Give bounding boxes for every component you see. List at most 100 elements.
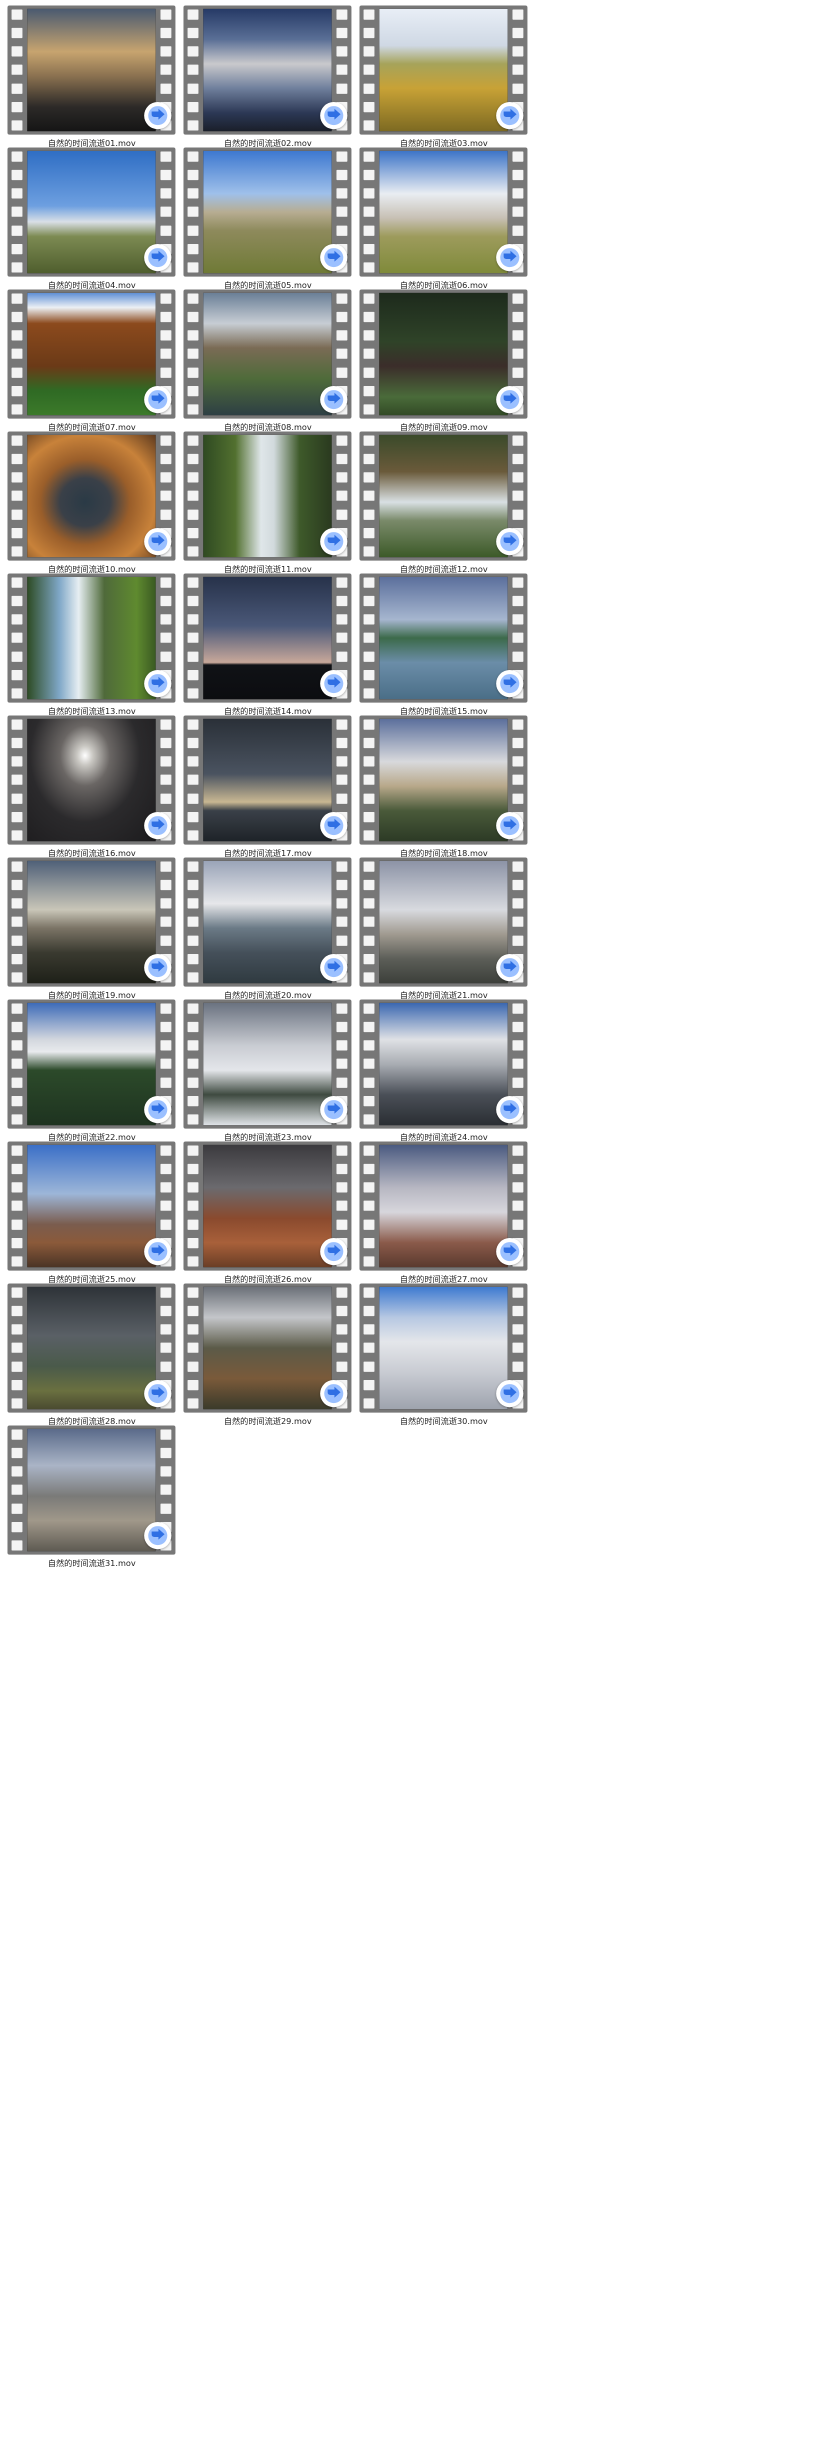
sprocket-hole xyxy=(160,1200,172,1212)
thumbnail-image xyxy=(379,1144,508,1268)
film-sprocket-holes xyxy=(11,1003,23,1125)
file-item[interactable]: 自然的时间流逝19.mov xyxy=(0,852,177,1003)
thumbnail-image xyxy=(203,718,332,842)
file-item[interactable]: 自然的时间流逝06.mov xyxy=(352,142,529,293)
sprocket-hole xyxy=(160,367,172,378)
sprocket-hole xyxy=(363,243,375,255)
video-thumbnail xyxy=(379,1286,508,1410)
sprocket-hole xyxy=(187,527,199,539)
sprocket-hole xyxy=(363,688,375,699)
film-sprocket-holes xyxy=(363,861,375,983)
sprocket-hole xyxy=(336,793,348,804)
sprocket-hole xyxy=(512,9,524,20)
sprocket-hole xyxy=(363,861,375,872)
file-item[interactable]: 自然的时间流逝13.mov xyxy=(0,568,177,719)
file-item[interactable]: 自然的时间流逝01.mov xyxy=(0,0,177,151)
sprocket-hole xyxy=(160,348,172,360)
thumbnail-image xyxy=(27,1428,156,1552)
sprocket-hole xyxy=(363,1145,375,1156)
file-item[interactable]: 自然的时间流逝04.mov xyxy=(0,142,177,293)
file-name-label[interactable]: 自然的时间流逝30.mov xyxy=(352,1415,536,1427)
file-item[interactable]: 自然的时间流逝23.mov xyxy=(176,994,353,1145)
sprocket-hole xyxy=(336,1003,348,1014)
sprocket-hole xyxy=(363,527,375,539)
file-item[interactable]: 自然的时间流逝08.mov xyxy=(176,284,353,435)
sprocket-hole xyxy=(187,793,199,804)
file-item[interactable]: 自然的时间流逝18.mov xyxy=(352,710,529,861)
sprocket-hole xyxy=(363,651,375,662)
sprocket-hole xyxy=(187,404,199,415)
sprocket-hole xyxy=(187,385,199,397)
sprocket-hole xyxy=(512,1287,524,1298)
sprocket-hole xyxy=(187,1095,199,1107)
thumbnail-image xyxy=(27,8,156,132)
sprocket-hole xyxy=(11,719,23,730)
file-item[interactable]: 自然的时间流逝29.mov xyxy=(176,1278,353,1429)
sprocket-hole xyxy=(11,935,23,946)
sprocket-hole xyxy=(11,472,23,483)
sprocket-hole xyxy=(363,83,375,94)
sprocket-hole xyxy=(187,1379,199,1391)
thumbnail-image xyxy=(203,150,332,274)
sprocket-hole xyxy=(160,1058,172,1070)
sprocket-hole xyxy=(160,453,172,465)
sprocket-hole xyxy=(187,151,199,162)
sprocket-hole xyxy=(160,861,172,872)
sprocket-hole xyxy=(11,546,23,557)
sprocket-hole xyxy=(11,1324,23,1335)
file-item[interactable]: 自然的时间流逝24.mov xyxy=(352,994,529,1145)
sprocket-hole xyxy=(363,756,375,767)
sprocket-hole xyxy=(11,1095,23,1107)
file-item[interactable]: 自然的时间流逝28.mov xyxy=(0,1278,177,1429)
film-sprocket-holes xyxy=(11,435,23,557)
sprocket-hole xyxy=(187,64,199,76)
video-thumbnail xyxy=(203,1002,332,1126)
sprocket-hole xyxy=(160,774,172,786)
thumbnail-image xyxy=(203,292,332,416)
sprocket-hole xyxy=(363,719,375,730)
sprocket-hole xyxy=(512,793,524,804)
file-item[interactable]: 自然的时间流逝10.mov xyxy=(0,426,177,577)
file-item[interactable]: 自然的时间流逝26.mov xyxy=(176,1136,353,1287)
file-item[interactable]: 自然的时间流逝03.mov xyxy=(352,0,529,151)
file-item[interactable]: 自然的时间流逝02.mov xyxy=(176,0,353,151)
sprocket-hole xyxy=(363,206,375,218)
sprocket-hole xyxy=(336,1342,348,1354)
file-item[interactable]: 自然的时间流逝27.mov xyxy=(352,1136,529,1287)
file-item[interactable]: 自然的时间流逝17.mov xyxy=(176,710,353,861)
file-item[interactable]: 自然的时间流逝16.mov xyxy=(0,710,177,861)
sprocket-hole xyxy=(363,404,375,415)
sprocket-hole xyxy=(11,1484,23,1496)
file-item[interactable]: 自然的时间流逝30.mov xyxy=(352,1278,529,1429)
file-item[interactable]: 自然的时间流逝14.mov xyxy=(176,568,353,719)
sprocket-hole xyxy=(363,453,375,465)
video-thumbnail xyxy=(379,718,508,842)
file-name-label[interactable]: 自然的时间流逝29.mov xyxy=(176,1415,360,1427)
file-item[interactable]: 自然的时间流逝09.mov xyxy=(352,284,529,435)
file-name-label[interactable]: 自然的时间流逝31.mov xyxy=(0,1557,184,1569)
file-item[interactable]: 自然的时间流逝07.mov xyxy=(0,284,177,435)
film-sprocket-holes xyxy=(363,293,375,415)
sprocket-hole xyxy=(187,509,199,520)
file-item[interactable]: 自然的时间流逝25.mov xyxy=(0,1136,177,1287)
sprocket-hole xyxy=(512,27,524,39)
sprocket-hole xyxy=(512,435,524,446)
file-item[interactable]: 自然的时间流逝22.mov xyxy=(0,994,177,1145)
file-item[interactable]: 自然的时间流逝21.mov xyxy=(352,852,529,1003)
sprocket-hole xyxy=(160,1447,172,1459)
file-item[interactable]: 自然的时间流逝15.mov xyxy=(352,568,529,719)
file-item[interactable]: 自然的时间流逝05.mov xyxy=(176,142,353,293)
file-item[interactable]: 自然的时间流逝31.mov xyxy=(0,1420,177,1571)
video-thumbnail xyxy=(203,860,332,984)
film-sprocket-holes xyxy=(187,1145,199,1267)
sprocket-hole xyxy=(11,293,23,304)
thumbnail-image xyxy=(27,576,156,700)
file-item[interactable]: 自然的时间流逝11.mov xyxy=(176,426,353,577)
file-item[interactable]: 自然的时间流逝12.mov xyxy=(352,426,529,577)
file-item[interactable]: 自然的时间流逝20.mov xyxy=(176,852,353,1003)
thumbnail-image xyxy=(27,292,156,416)
thumbnail-image xyxy=(27,1002,156,1126)
video-thumbnail xyxy=(27,150,156,274)
sprocket-hole xyxy=(336,1077,348,1088)
sprocket-hole xyxy=(11,756,23,767)
